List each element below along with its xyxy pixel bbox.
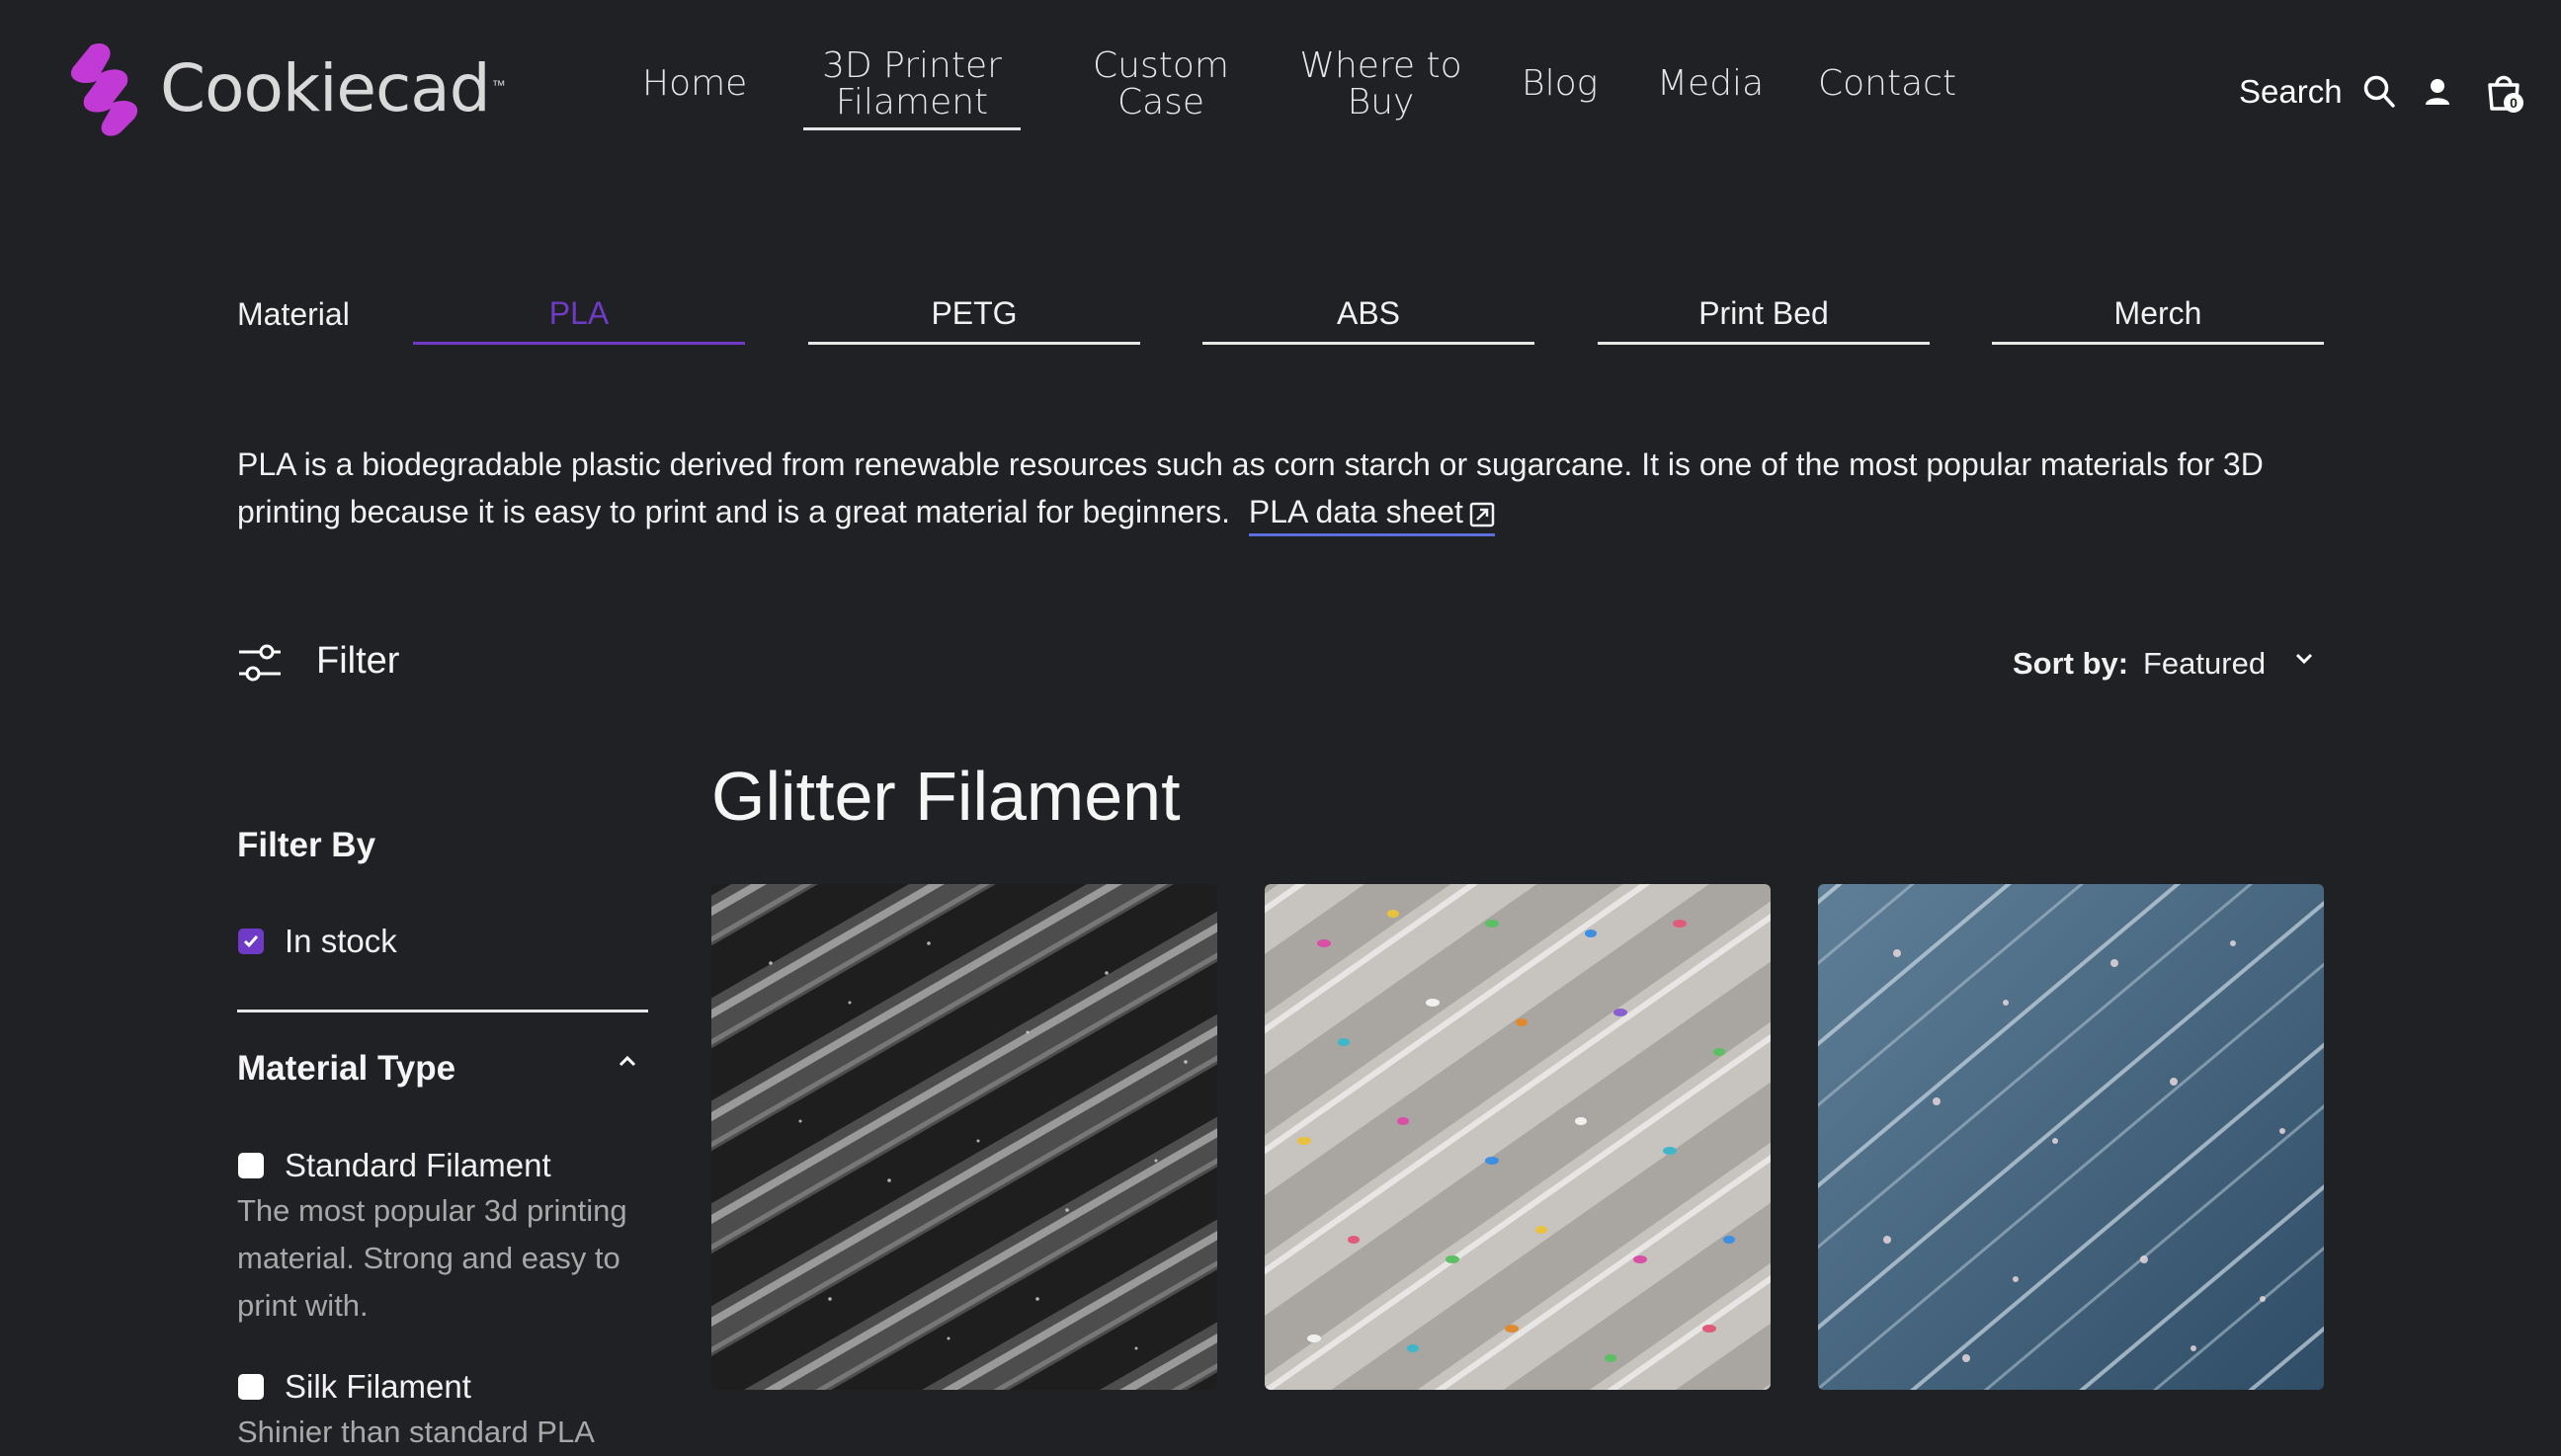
account-icon[interactable] xyxy=(2425,77,2450,107)
nav-3d-printer-filament[interactable]: 3D Printer Filament xyxy=(803,45,1021,130)
search-link[interactable]: Search xyxy=(2239,73,2343,111)
standard-filament-checkbox[interactable] xyxy=(238,1153,264,1178)
material-description: PLA is a biodegradable plastic derived f… xyxy=(237,441,2332,536)
standard-filament-description: The most popular 3d printing material. S… xyxy=(237,1193,627,1323)
nav-custom-case-line2: Case xyxy=(1116,82,1205,122)
sidebar-divider xyxy=(237,1010,648,1012)
material-tabs-label: Material xyxy=(237,296,350,332)
pla-data-sheet-label: PLA data sheet xyxy=(1248,494,1463,529)
chevron-up-icon[interactable] xyxy=(617,1053,638,1069)
silk-filament-checkbox[interactable] xyxy=(238,1374,264,1400)
tab-merch-label: Merch xyxy=(2113,295,2202,331)
tab-pla[interactable]: PLA xyxy=(413,290,745,345)
nav-contact-label: Contact xyxy=(1818,63,1957,104)
in-stock-label: In stock xyxy=(285,923,397,959)
material-type-heading[interactable]: Material Type xyxy=(237,1049,455,1089)
nav-blog[interactable]: Blog xyxy=(1522,65,1598,102)
in-stock-checkbox[interactable] xyxy=(238,929,264,954)
search-icon[interactable] xyxy=(2363,75,2395,109)
tab-pla-label: PLA xyxy=(548,295,610,331)
nav-home-label: Home xyxy=(642,63,748,104)
trademark-symbol: ™ xyxy=(491,77,506,93)
external-link-icon xyxy=(1469,502,1495,526)
tab-print-bed-label: Print Bed xyxy=(1698,295,1829,331)
section-title: Glitter Filament xyxy=(711,758,1181,835)
tab-petg[interactable]: PETG xyxy=(808,290,1140,345)
nav-where-to-buy-line2: Buy xyxy=(1347,82,1415,122)
nav-blog-label: Blog xyxy=(1522,63,1599,104)
tab-petg-label: PETG xyxy=(931,295,1018,331)
nav-contact[interactable]: Contact xyxy=(1818,65,1956,102)
nav-filament-label-line2: Filament xyxy=(835,82,989,122)
nav-custom-case[interactable]: Custom Case xyxy=(1087,47,1235,121)
tab-abs-label: ABS xyxy=(1336,295,1401,331)
checkmark-icon xyxy=(243,935,259,948)
nav-media[interactable]: Media xyxy=(1657,65,1764,102)
cart-icon[interactable]: 0 xyxy=(2486,71,2525,115)
tab-merch[interactable]: Merch xyxy=(1992,290,2324,345)
sort-label: Sort by: xyxy=(2013,646,2129,681)
product-image-glitter-blue xyxy=(1818,884,2324,1390)
nav-where-to-buy-line1: Where to xyxy=(1299,45,1462,86)
brand-logo[interactable]: Cookiecad ™ xyxy=(61,40,506,138)
product-card-glitter-blue[interactable] xyxy=(1818,884,2324,1390)
product-card-glitter-black[interactable] xyxy=(711,884,1217,1390)
pla-data-sheet-link[interactable]: PLA data sheet xyxy=(1248,494,1495,536)
page: Cookiecad ™ Home 3D Printer Filament Cust… xyxy=(0,0,2561,1449)
standard-filament-label: Standard Filament xyxy=(285,1147,551,1183)
nav-where-to-buy[interactable]: Where to Buy xyxy=(1299,47,1462,121)
cart-count: 0 xyxy=(2510,95,2518,111)
silk-filament-description: Shinier than standard PLA xyxy=(237,1415,595,1449)
filter-icon[interactable] xyxy=(237,642,283,684)
chevron-down-icon[interactable] xyxy=(2294,652,2314,666)
sort-dropdown[interactable]: Featured xyxy=(2143,646,2266,682)
brand-name: Cookiecad xyxy=(160,50,491,126)
nav-custom-case-line1: Custom xyxy=(1093,45,1229,86)
tab-abs[interactable]: ABS xyxy=(1202,290,1534,345)
product-card-glitter-confetti[interactable] xyxy=(1265,884,1771,1390)
filter-button[interactable]: Filter xyxy=(316,640,399,683)
cookiecad-logo-icon xyxy=(70,42,138,136)
tab-print-bed[interactable]: Print Bed xyxy=(1598,290,1930,345)
nav-filament-label-line1: 3D Printer xyxy=(822,45,1002,86)
nav-home[interactable]: Home xyxy=(642,65,747,102)
product-image-glitter-confetti xyxy=(1265,884,1771,1390)
nav-media-label: Media xyxy=(1657,63,1765,104)
silk-filament-label: Silk Filament xyxy=(285,1368,471,1405)
product-image-glitter-black xyxy=(711,884,1217,1390)
filter-by-heading: Filter By xyxy=(237,826,376,864)
